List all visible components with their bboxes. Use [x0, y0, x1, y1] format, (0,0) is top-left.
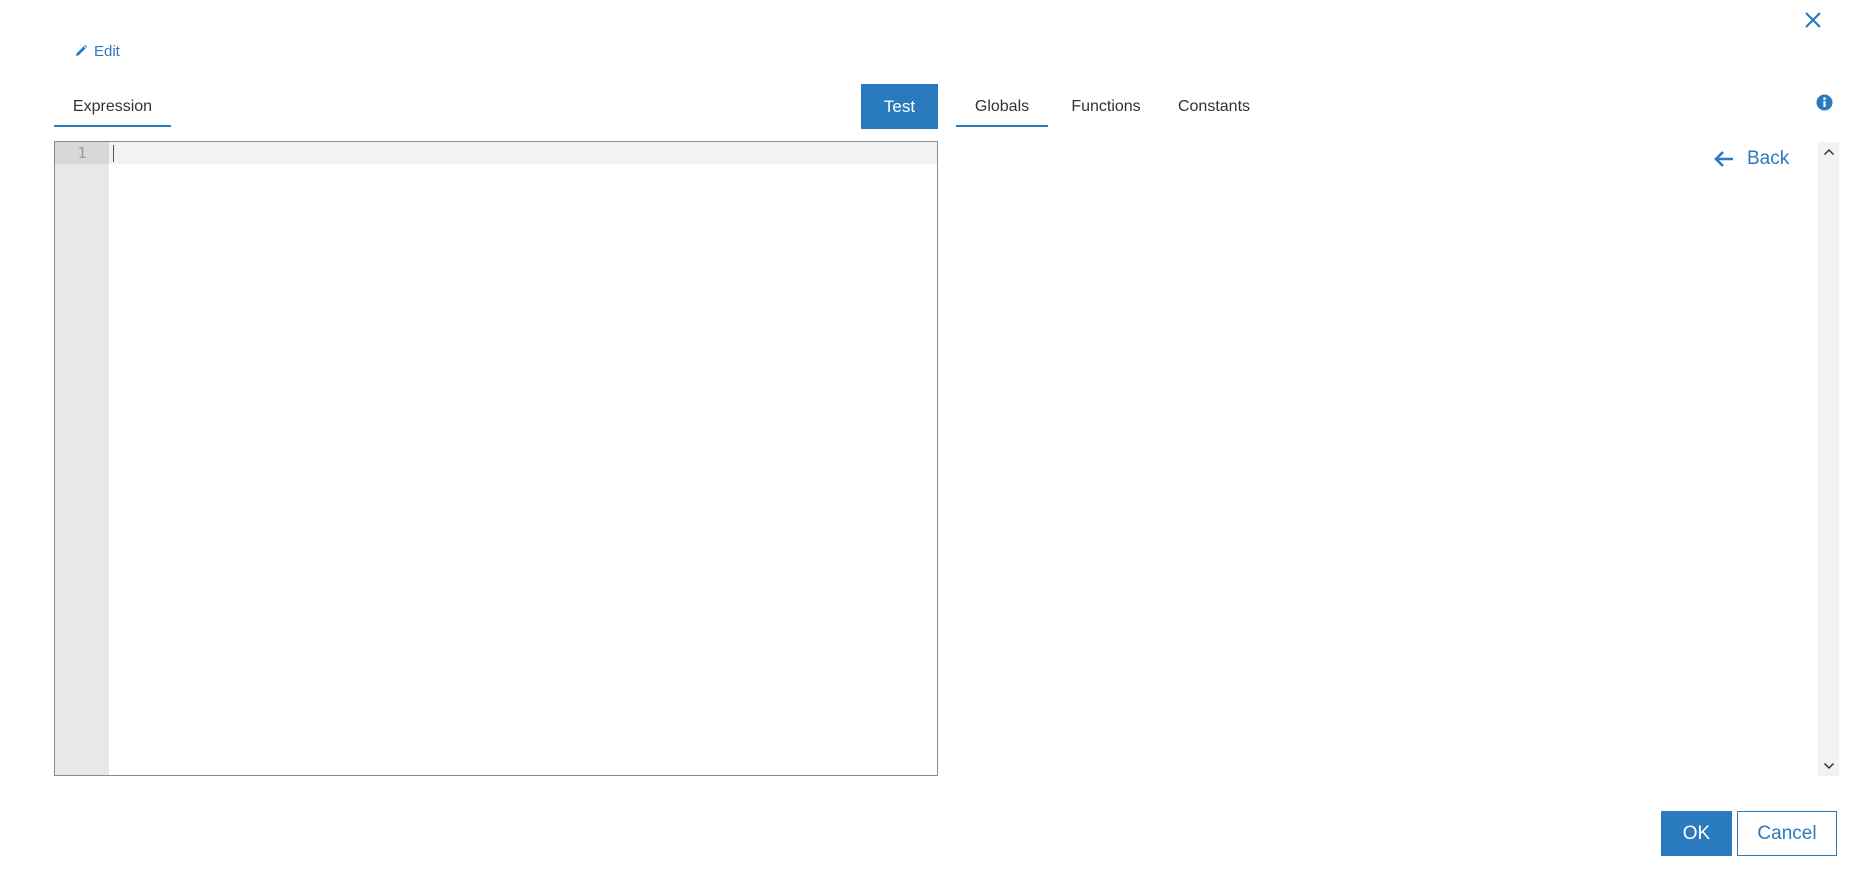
chevron-up-icon — [1823, 148, 1834, 156]
cancel-button[interactable]: Cancel — [1737, 811, 1837, 856]
chevron-down-icon — [1823, 762, 1834, 770]
test-button[interactable]: Test — [861, 84, 938, 129]
active-line-highlight — [109, 142, 937, 164]
scroll-up-button[interactable] — [1818, 142, 1839, 162]
tab-globals[interactable]: Globals — [956, 89, 1048, 127]
edit-link[interactable]: Edit — [74, 42, 120, 60]
scroll-down-button[interactable] — [1818, 756, 1839, 776]
pencil-icon — [76, 44, 88, 56]
back-label: Back — [1747, 148, 1790, 169]
line-gutter — [55, 142, 109, 775]
expression-editor[interactable]: 1 — [54, 141, 938, 776]
close-button[interactable] — [1799, 6, 1827, 34]
close-icon — [1805, 12, 1821, 28]
back-link[interactable]: Back — [1713, 145, 1789, 173]
ok-button[interactable]: OK — [1661, 811, 1732, 856]
text-caret — [113, 145, 114, 162]
tab-constants[interactable]: Constants — [1166, 89, 1262, 125]
expression-dialog: Edit Expression Test Globals Functions C… — [0, 0, 1863, 870]
arrow-left-icon — [1714, 151, 1733, 167]
line-number: 1 — [55, 142, 109, 164]
edit-label: Edit — [94, 42, 120, 60]
info-icon[interactable] — [1816, 94, 1833, 111]
tab-functions[interactable]: Functions — [1060, 89, 1152, 125]
scrollbar[interactable] — [1818, 142, 1839, 776]
tab-expression[interactable]: Expression — [54, 89, 171, 127]
